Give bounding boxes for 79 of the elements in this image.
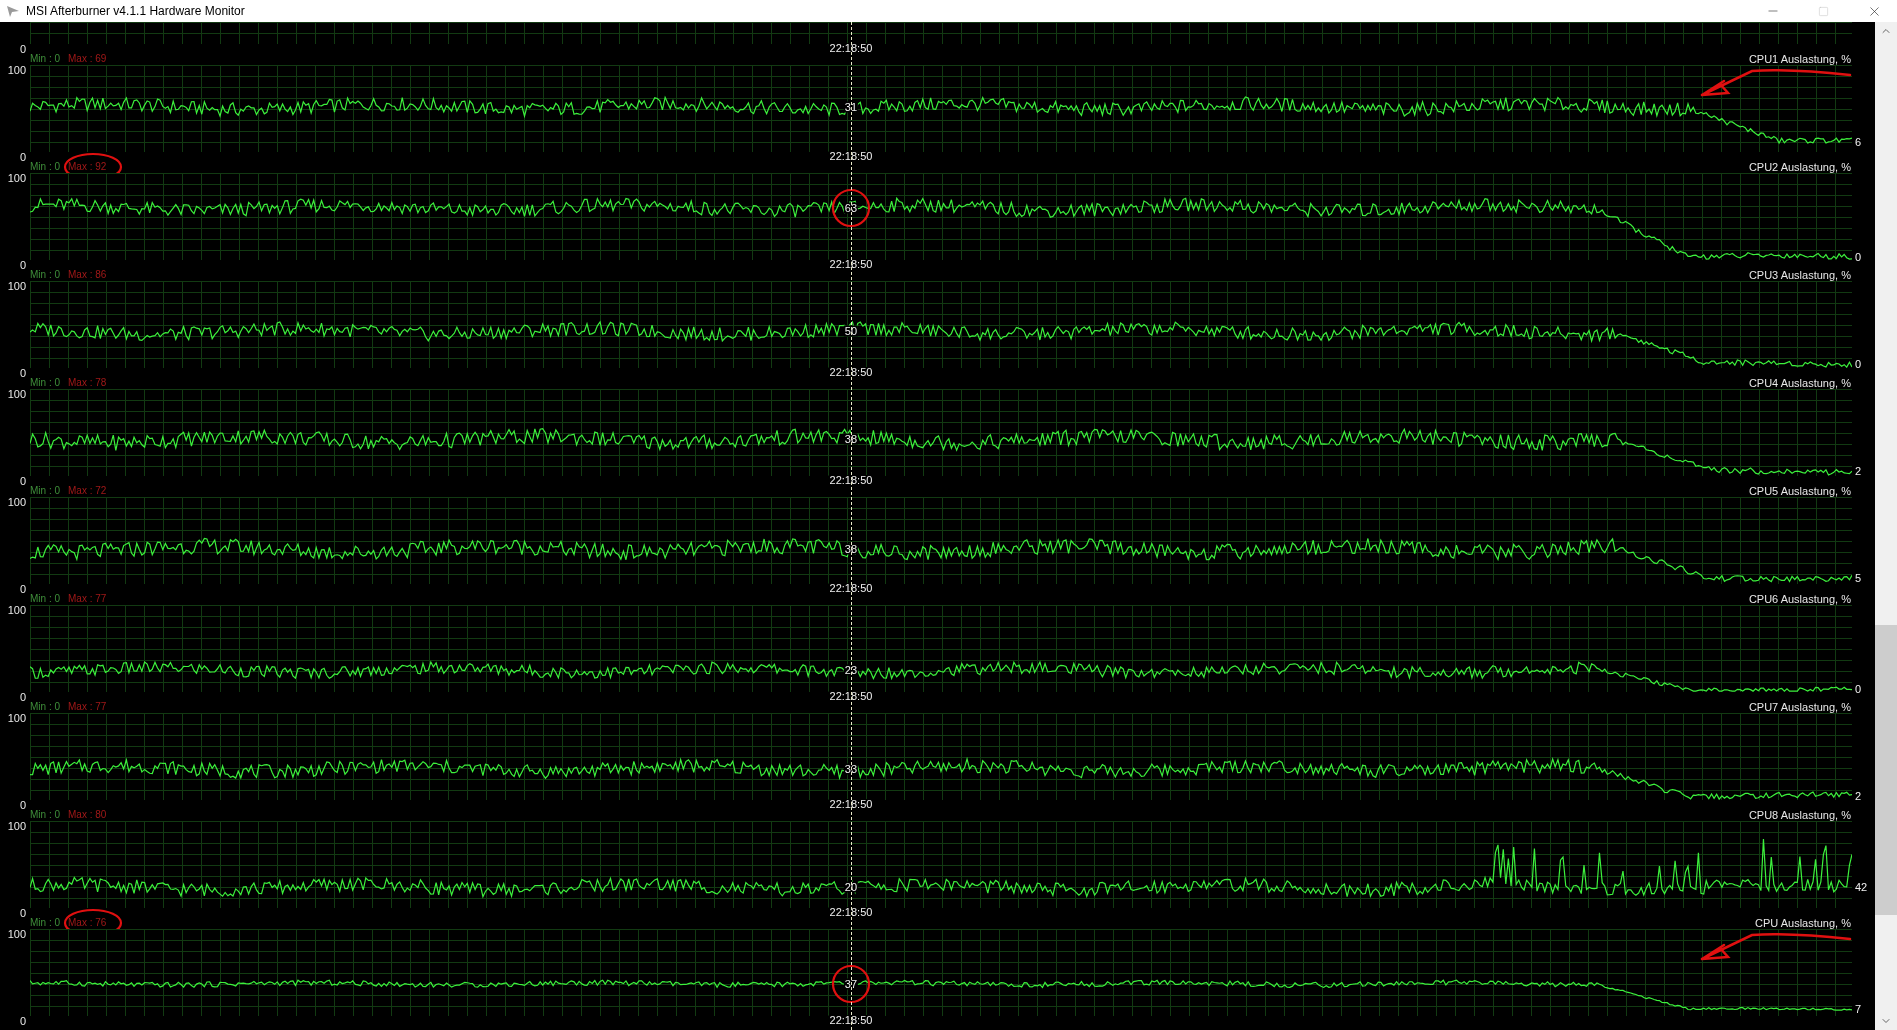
current-value: 2 — [1855, 465, 1862, 477]
graph-title: CPU3 Auslastung, % — [1748, 269, 1852, 281]
scroll-thumb[interactable] — [1875, 625, 1897, 915]
cursor-value: 38 — [843, 433, 859, 445]
graph-title: CPU5 Auslastung, % — [1748, 485, 1852, 497]
max-value: Max : 77 — [68, 593, 107, 604]
min-value: Min : 0 — [30, 485, 60, 497]
cursor-value: 23 — [843, 664, 859, 676]
current-value: 2 — [1855, 790, 1862, 802]
min-value: Min : 0 — [30, 377, 60, 389]
min-value: Min : 0 — [30, 161, 60, 173]
axis-label: 0 — [19, 692, 27, 703]
axis-label: 0 — [19, 368, 27, 379]
scrollbar[interactable] — [1875, 22, 1897, 1030]
max-value: Max : 92 — [68, 161, 107, 172]
current-value: 0 — [1855, 683, 1862, 695]
axis-label: 100 — [7, 605, 27, 616]
min-value: Min : 0 — [30, 269, 60, 281]
cursor-value: 33 — [843, 763, 859, 775]
graph-title: CPU6 Auslastung, % — [1748, 593, 1852, 605]
axis-label: 0 — [19, 260, 27, 271]
current-value: 7 — [1855, 1003, 1862, 1015]
current-value: 5 — [1855, 572, 1862, 584]
current-value: 0 — [1855, 358, 1862, 370]
time-label: 22:18:50 — [828, 475, 874, 486]
graph-title: CPU Auslastung, % — [1755, 917, 1852, 929]
axis-label: 100 — [7, 713, 27, 724]
time-label: 22:18:50 — [828, 43, 874, 54]
cursor-value: 38 — [843, 543, 859, 555]
current-value: 42 — [1855, 881, 1868, 893]
cursor-value: 20 — [843, 881, 859, 893]
max-value: Max : 80 — [68, 809, 107, 820]
min-value: Min : 0 — [30, 917, 60, 929]
graph-title: CPU8 Auslastung, % — [1748, 809, 1852, 821]
axis-label: 100 — [7, 929, 27, 940]
time-label: 22:18:50 — [828, 1015, 874, 1026]
axis-label: 0 — [19, 584, 27, 595]
time-label: 22:18:50 — [828, 151, 874, 162]
current-value: 6 — [1855, 136, 1862, 148]
axis-label: 0 — [19, 476, 27, 487]
graph-title: CPU7 Auslastung, % — [1748, 701, 1852, 713]
window-title: MSI Afterburner v4.1.1 Hardware Monitor — [26, 4, 246, 18]
max-value: Max : 76 — [68, 917, 107, 928]
axis-label: 0 — [19, 800, 27, 811]
min-value: Min : 0 — [30, 593, 60, 605]
time-label: 22:18:50 — [828, 691, 874, 702]
graph-title: CPU4 Auslastung, % — [1748, 377, 1852, 389]
cursor-value: 31 — [843, 101, 859, 113]
max-value: Max : 86 — [68, 269, 107, 280]
axis-label: 100 — [7, 497, 27, 508]
max-value: Max : 69 — [68, 53, 107, 64]
current-value: 0 — [1855, 251, 1862, 262]
graph-title: CPU1 Auslastung, % — [1748, 53, 1852, 65]
min-value: Min : 0 — [30, 701, 60, 713]
time-label: 22:18:50 — [828, 907, 874, 918]
cursor-value: 63 — [843, 202, 859, 214]
time-label: 22:18:50 — [828, 583, 874, 594]
cursor-value: 50 — [843, 325, 859, 337]
maximize-icon — [1818, 5, 1829, 17]
time-label: 22:18:50 — [828, 259, 874, 270]
axis-label: 100 — [7, 389, 27, 400]
min-value: Min : 0 — [30, 53, 60, 65]
min-value: Min : 0 — [30, 809, 60, 821]
axis-label: 100 — [7, 173, 27, 184]
axis-label: 100 — [7, 821, 27, 832]
max-value: Max : 78 — [68, 377, 107, 388]
axis-label: 0 — [19, 44, 27, 55]
axis-label: 0 — [19, 1016, 27, 1027]
axis-label: 100 — [7, 65, 27, 76]
axis-label: 100 — [7, 281, 27, 292]
time-label: 22:18:50 — [828, 367, 874, 378]
cursor-value: 37 — [843, 978, 859, 990]
time-label: 22:18:50 — [828, 799, 874, 810]
app-icon — [6, 4, 20, 18]
axis-label: 0 — [19, 152, 27, 163]
max-value: Max : 77 — [68, 701, 107, 712]
axis-label: 0 — [19, 908, 27, 919]
graph-title: CPU2 Auslastung, % — [1748, 161, 1852, 173]
max-value: Max : 72 — [68, 485, 107, 496]
